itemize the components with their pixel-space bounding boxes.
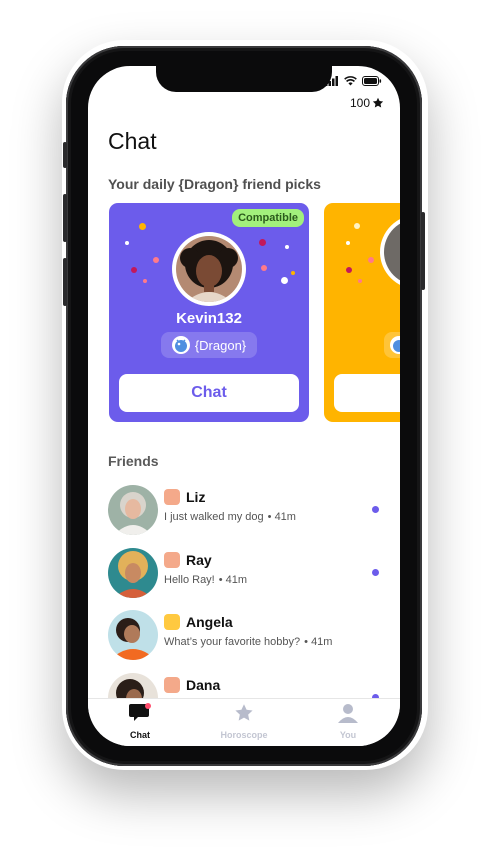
- unread-dot: [372, 569, 379, 576]
- message-text: What’s your favorite hobby?: [164, 636, 301, 648]
- friend-name-line: Angela: [164, 614, 233, 630]
- chat-bubble-icon: [129, 703, 151, 721]
- friend-pick-card[interactable]: K: [324, 203, 400, 422]
- battery-icon: [362, 76, 382, 86]
- friend-name: Angela: [186, 614, 233, 630]
- page-title: Chat: [108, 128, 157, 154]
- person-icon: [338, 704, 358, 723]
- tab-label: You: [339, 730, 357, 740]
- zodiac-sign-pill: [384, 332, 400, 358]
- notch: [156, 66, 332, 92]
- chat-button[interactable]: [334, 374, 400, 412]
- friend-pick-card[interactable]: Compatible Kevin132 {Dragon} Chat: [109, 203, 309, 422]
- last-message: What’s your favorite hobby? • 41m: [164, 636, 332, 648]
- zodiac-icon: [164, 614, 180, 630]
- star-icon: [372, 97, 384, 108]
- message-time: • 41m: [267, 511, 296, 523]
- friend-name-line: Liz: [164, 489, 205, 505]
- message-text: I just walked my dog: [164, 511, 264, 523]
- last-message: I just walked my dog • 41m: [164, 511, 296, 523]
- pick-name: K: [324, 310, 400, 327]
- status-icons: [325, 76, 382, 86]
- pick-avatar: [172, 232, 246, 306]
- compatible-badge: Compatible: [232, 209, 304, 227]
- coin-count: 100: [349, 96, 370, 110]
- dragon-icon: [171, 336, 190, 354]
- last-message: Hello Ray! • 41m: [164, 574, 247, 586]
- friend-name-line: Ray: [164, 552, 212, 568]
- friend-row[interactable]: Ray Hello Ray! • 41m: [108, 544, 400, 602]
- friend-avatar: [108, 485, 158, 535]
- tab-you[interactable]: You: [296, 703, 400, 740]
- star-icon: [235, 704, 253, 721]
- message-time: • 41m: [304, 636, 333, 648]
- friend-avatar: [108, 610, 158, 660]
- confetti-dot: [139, 223, 146, 230]
- confetti-dot: [125, 241, 129, 245]
- app-screen: 100 Chat Your daily {Dragon} friend pick…: [88, 66, 400, 746]
- friend-name-line: Dana: [164, 677, 220, 693]
- confetti-dot: [143, 279, 147, 283]
- daily-picks-heading: Your daily {Dragon} friend picks: [108, 176, 321, 192]
- mute-switch: [63, 142, 67, 168]
- friend-avatar: [108, 548, 158, 598]
- friend-name: Liz: [186, 489, 206, 505]
- confetti-dot: [131, 267, 137, 273]
- confetti-dot: [368, 257, 374, 263]
- dragon-icon: [390, 336, 400, 354]
- confetti-dot: [358, 279, 362, 283]
- friends-heading: Friends: [108, 453, 159, 469]
- confetti-dot: [285, 245, 289, 249]
- zodiac-icon: [164, 489, 180, 505]
- tab-bar: Chat Horoscope You: [88, 698, 400, 746]
- confetti-dot: [281, 277, 288, 284]
- message-time: • 41m: [218, 574, 248, 586]
- message-text: Hello Ray!: [164, 574, 215, 586]
- unread-dot: [372, 506, 379, 513]
- friend-row[interactable]: Angela What’s your favorite hobby? • 41m: [108, 606, 400, 664]
- tab-chat[interactable]: Chat: [88, 703, 192, 740]
- confetti-dot: [354, 223, 360, 229]
- friend-row[interactable]: Liz I just walked my dog • 41m: [108, 481, 400, 539]
- zodiac-icon: [164, 552, 180, 568]
- zodiac-sign-pill: {Dragon}: [161, 332, 257, 358]
- volume-up-button: [63, 194, 67, 242]
- confetti-dot: [346, 267, 352, 273]
- wifi-icon: [344, 76, 357, 86]
- tab-label: Horoscope: [220, 730, 268, 740]
- confetti-dot: [261, 265, 267, 271]
- confetti-dot: [291, 271, 295, 275]
- zodiac-icon: [164, 677, 180, 693]
- friend-name: Dana: [186, 677, 221, 693]
- coin-balance[interactable]: 100: [350, 96, 384, 110]
- friend-name: Ray: [186, 552, 212, 568]
- volume-down-button: [63, 258, 67, 306]
- power-button: [421, 212, 425, 290]
- confetti-dot: [346, 241, 350, 245]
- confetti-dot: [153, 257, 159, 263]
- confetti-dot: [259, 239, 266, 246]
- tab-label: Chat: [130, 730, 150, 740]
- pick-name: Kevin132: [176, 310, 242, 327]
- zodiac-sign-label: {Dragon}: [194, 337, 247, 353]
- pick-avatar: [380, 215, 400, 289]
- chat-button[interactable]: Chat: [119, 374, 299, 412]
- tab-horoscope[interactable]: Horoscope: [192, 703, 296, 740]
